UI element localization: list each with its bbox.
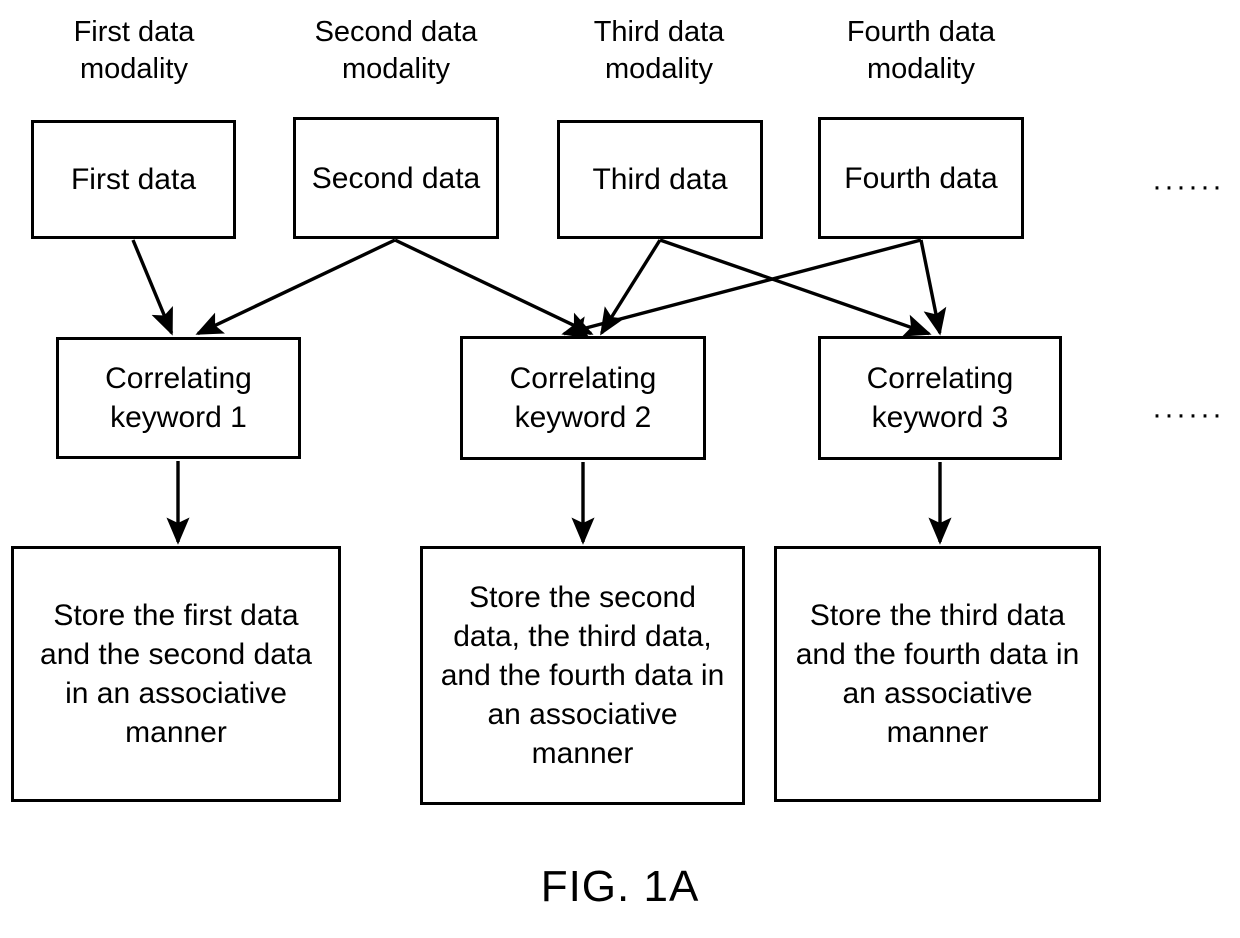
keyword-box-1-label: Correlating keyword 1: [105, 362, 252, 434]
figure-caption: FIG. 1A: [540, 862, 700, 911]
keyword-box-3-label: Correlating keyword 3: [866, 362, 1014, 434]
data-box-first: First data: [31, 120, 236, 239]
store-box-2-label: Store the second data, the third data, a…: [440, 581, 725, 770]
ellipsis-data-row: ······: [1152, 170, 1224, 203]
modality-label-third: Third data modality: [593, 16, 725, 86]
connector-first-data-to-keyword-1: [131, 239, 174, 336]
modality-label-first: First data modality: [73, 16, 195, 86]
store-box-1-label: Store the first data and the second data…: [40, 599, 312, 749]
store-box-3-label: Store the third data and the fourth data…: [795, 599, 1080, 749]
connector-third-data-to-keyword-3: [659, 238, 932, 337]
data-box-fourth-label: Fourth data: [844, 161, 998, 195]
keyword-box-2-label: Correlating keyword 2: [509, 362, 657, 434]
data-box-fourth: Fourth data: [818, 117, 1024, 239]
data-box-third-label: Third data: [592, 163, 728, 196]
store-box-3: Store the third data and the fourth data…: [774, 546, 1101, 802]
keyword-box-1: Correlating keyword 1: [56, 337, 301, 459]
connector-third-data-to-keyword-2: [600, 239, 662, 336]
connector-second-data-to-keyword-2: [394, 238, 594, 336]
connector-fourth-data-to-keyword-2: [561, 238, 922, 339]
connector-fourth-data-to-keyword-3: [919, 239, 947, 336]
data-box-first-label: First data: [70, 163, 197, 196]
data-box-third: Third data: [557, 120, 763, 239]
keyword-box-3: Correlating keyword 3: [818, 336, 1062, 460]
ellipsis-keyword-row: ······: [1152, 398, 1224, 431]
store-box-1: Store the first data and the second data…: [11, 546, 341, 802]
figure-1a-diagram: First data modality Second data modality…: [0, 0, 1240, 938]
data-box-second: Second data: [293, 117, 499, 239]
connector-second-data-to-keyword-1: [195, 238, 396, 336]
modality-label-second: Second data modality: [314, 16, 478, 86]
modality-label-fourth: Fourth data modality: [846, 16, 996, 86]
store-box-2: Store the second data, the third data, a…: [420, 546, 745, 805]
data-box-second-label: Second data: [311, 161, 481, 195]
keyword-box-2: Correlating keyword 2: [460, 336, 706, 460]
